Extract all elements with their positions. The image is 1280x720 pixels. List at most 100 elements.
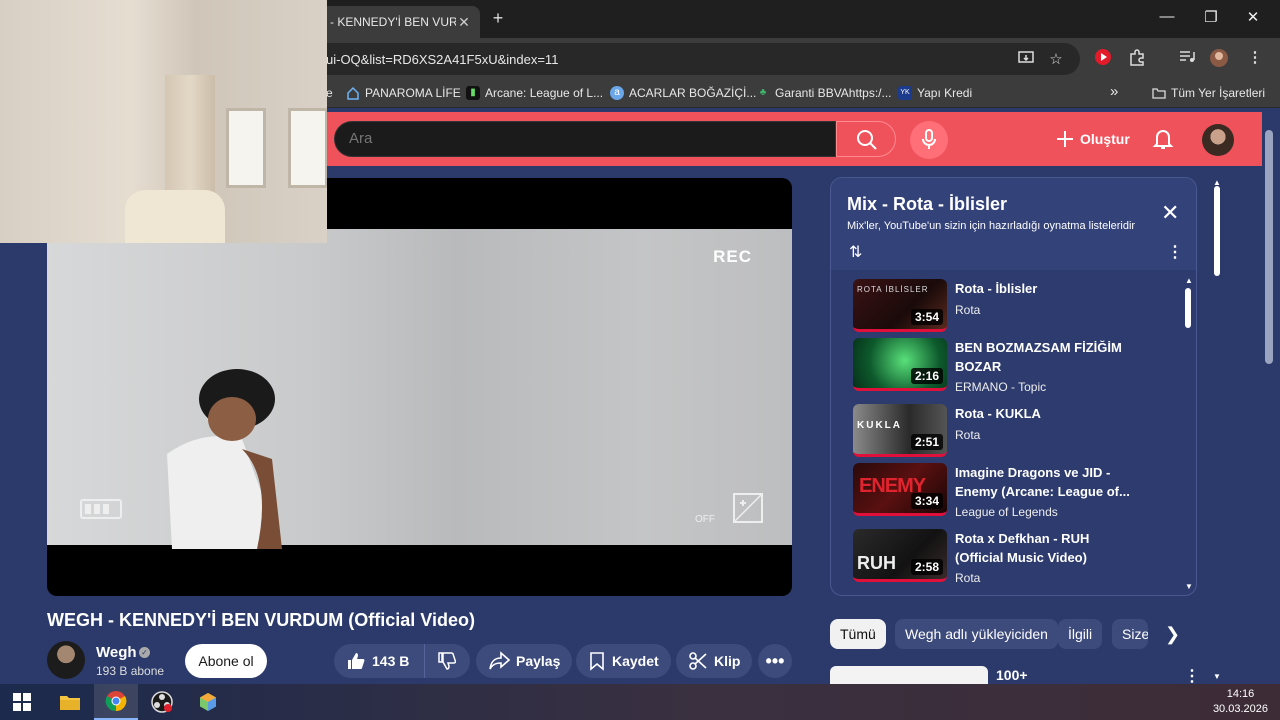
url-text[interactable]: ui-OQ&list=RD6XS2A41F5xU&index=11 — [326, 52, 558, 67]
secondary-scrollbar-thumb[interactable] — [1214, 186, 1220, 276]
omnibox[interactable]: ui-OQ&list=RD6XS2A41F5xU&index=11 ☆ — [280, 43, 1080, 75]
notifications-bell-icon[interactable] — [1150, 126, 1176, 152]
clip-button[interactable]: Klip — [676, 644, 753, 678]
close-playlist-icon[interactable]: ✕ — [1161, 200, 1179, 226]
bookmark-label: Tüm Yer İşaretleri — [1171, 86, 1266, 100]
playlist-item[interactable]: ROTA İBLİSLER 3:54 Rota - İblisler Rota — [853, 279, 1173, 335]
share-button[interactable]: Paylaş — [476, 644, 573, 678]
save-button[interactable]: Kaydet — [576, 644, 671, 678]
bookmark-overflow-left: e — [326, 86, 333, 100]
search-input[interactable] — [349, 130, 819, 147]
channel-avatar[interactable] — [47, 641, 85, 679]
playlist-scroll-down-icon[interactable]: ▼ — [1185, 582, 1193, 591]
video-thumbnail: KUKLA 2:51 — [853, 404, 947, 457]
webcam-chair-shape — [125, 190, 225, 243]
page-scrollbar-thumb[interactable] — [1265, 130, 1273, 364]
chevron-right-icon[interactable]: ❯ — [1165, 624, 1180, 645]
chip-all[interactable]: Tümü — [830, 619, 886, 649]
webcam-window-shape — [226, 108, 266, 188]
bookmark-item[interactable]: e — [326, 86, 333, 100]
verified-check-icon: ✓ — [139, 647, 150, 658]
browser-menu-icon[interactable]: ⋮ — [1244, 48, 1266, 66]
battery-icon — [80, 499, 122, 519]
new-tab-button[interactable]: + — [488, 8, 508, 29]
close-window-button[interactable]: ✕ — [1238, 8, 1268, 26]
next-recommendation-title[interactable]: 100+ — [996, 667, 1028, 683]
playlist-item[interactable]: RUH 2:58 Rota x Defkhan - RUH (Official … — [853, 529, 1173, 585]
minimize-button[interactable]: — — [1152, 8, 1182, 25]
youtube-extension-icon[interactable] — [1092, 48, 1114, 70]
like-button[interactable]: 143 B — [334, 644, 424, 678]
start-button[interactable] — [0, 684, 44, 720]
duration-badge: 3:54 — [910, 309, 943, 325]
bookmark-item[interactable]: a ACARLAR BOĞAZİÇİ... — [610, 86, 756, 100]
tab-close-icon[interactable]: ✕ — [456, 14, 472, 31]
chip-for-you[interactable]: Size — [1112, 619, 1148, 649]
search-icon — [857, 130, 877, 150]
thumbnail-text: ROTA İBLİSLER — [857, 285, 929, 294]
next-recommendation-thumbnail[interactable] — [830, 666, 988, 684]
webcam-overlay — [0, 0, 327, 243]
playlist-item-title: BEN BOZMAZSAM FİZİĞİM BOZAR — [955, 340, 1122, 374]
bookmarks-overflow-button[interactable]: » — [1110, 83, 1118, 100]
bookmark-star-icon[interactable]: ☆ — [1046, 50, 1066, 68]
video-person-figure — [167, 369, 282, 549]
file-explorer-taskbar-button[interactable] — [48, 684, 92, 720]
dislike-button[interactable] — [424, 644, 470, 678]
chip-related[interactable]: İlgili — [1058, 619, 1103, 649]
extensions-puzzle-icon[interactable] — [1126, 48, 1148, 70]
chip-from-uploader[interactable]: Wegh adlı yükleyiciden — [895, 619, 1058, 649]
create-label: Oluştur — [1080, 131, 1130, 147]
folder-icon — [60, 696, 80, 710]
obs-recording-icon — [151, 691, 173, 713]
search-box[interactable] — [334, 121, 836, 157]
playlist-item-channel: Rota — [955, 571, 981, 585]
playlist-header: Mix - Rota - İblisler Mix'ler, YouTube'u… — [831, 178, 1196, 270]
chrome-taskbar-button[interactable] — [94, 684, 138, 720]
clock-date: 30.03.2026 — [1212, 703, 1268, 715]
tab-title: - KENNEDY'İ BEN VURDUM — [330, 15, 456, 29]
search-button[interactable] — [836, 121, 896, 157]
media-controls-icon[interactable] — [1176, 48, 1198, 70]
bookmark-item[interactable]: ▮ Arcane: League of L... — [466, 86, 603, 100]
playlist-item-title: Imagine Dragons ve JID - Enemy (Arcane: … — [955, 465, 1130, 499]
playlist-scrollbar-thumb[interactable] — [1185, 288, 1191, 328]
playlist-item[interactable]: 2:16 BEN BOZMAZSAM FİZİĞİM BOZAR ERMANO … — [853, 338, 1173, 394]
playlist-scroll-up-icon[interactable]: ▲ — [1185, 276, 1193, 285]
playlist-subtitle: Mix'ler, YouTube'un sizin için hazırladı… — [847, 220, 1136, 232]
playlist-item[interactable]: ENEMY 3:34 Imagine Dragons ve JID - Enem… — [853, 463, 1173, 519]
profile-avatar-icon[interactable] — [1208, 48, 1230, 72]
more-actions-button[interactable]: ••• — [758, 644, 792, 678]
browser-tab[interactable]: - KENNEDY'İ BEN VURDUM ✕ — [300, 6, 480, 38]
windows-taskbar: 14:16 30.03.2026 — [0, 684, 1280, 720]
scroll-down-arrow-icon[interactable]: ▼ — [1213, 672, 1221, 681]
obs-taskbar-button[interactable] — [140, 684, 184, 720]
video-thumbnail: 2:16 — [853, 338, 947, 391]
bank-icon: ♣ — [759, 87, 767, 98]
voice-search-button[interactable] — [910, 121, 948, 159]
cube-app-taskbar-button[interactable] — [186, 684, 230, 720]
maximize-button[interactable]: ❐ — [1196, 8, 1226, 26]
channel-name[interactable]: Wegh — [96, 644, 137, 661]
subscriber-count: 193 B abone — [96, 664, 165, 678]
video-thumbnail: ROTA İBLİSLER 3:54 — [853, 279, 947, 332]
bookmark-item[interactable]: YK Yapı Kredi — [898, 86, 972, 100]
duration-badge: 2:58 — [910, 559, 943, 575]
bookmark-item[interactable]: ♣ Garanti BBVAhttps:/... — [756, 86, 892, 100]
subscribe-button[interactable]: Abone ol — [185, 644, 267, 678]
bookmark-item[interactable]: PANAROMA LİFE — [346, 86, 461, 100]
playlist-item[interactable]: KUKLA 2:51 Rota - KUKLA Rota — [853, 404, 1173, 460]
system-clock[interactable]: 14:16 30.03.2026 — [1213, 687, 1268, 717]
scroll-up-arrow-icon[interactable]: ▲ — [1213, 178, 1221, 187]
shuffle-icon[interactable]: ⇅ — [849, 242, 862, 262]
create-button[interactable]: Oluştur — [1046, 123, 1140, 155]
bookmark-save-icon — [590, 652, 604, 671]
bookmark-label: Arcane: League of L... — [485, 86, 604, 100]
share-arrow-icon — [489, 651, 510, 670]
account-avatar[interactable] — [1202, 124, 1234, 156]
home-icon — [346, 86, 360, 100]
recommendation-menu-icon[interactable]: ⋮ — [1184, 666, 1200, 686]
all-bookmarks-folder[interactable]: Tüm Yer İşaretleri — [1152, 86, 1265, 100]
playlist-menu-icon[interactable]: ⋮ — [1167, 242, 1183, 262]
install-app-icon[interactable] — [1016, 50, 1036, 70]
